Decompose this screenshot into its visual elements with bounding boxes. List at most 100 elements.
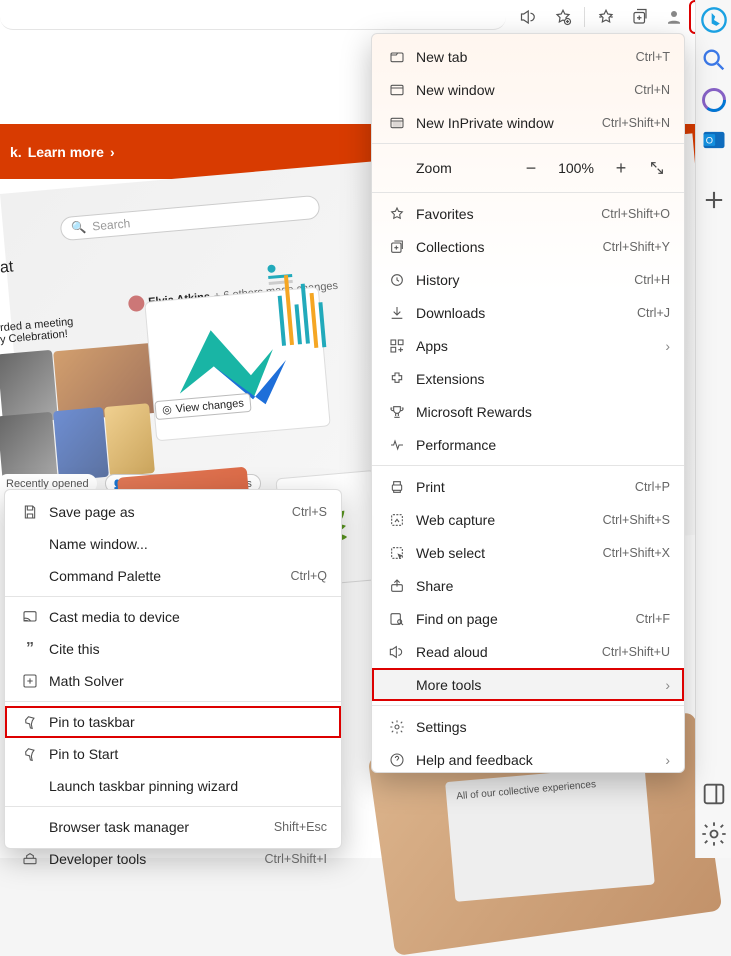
menu-settings[interactable]: Settings <box>372 710 684 743</box>
label: Name window... <box>19 536 327 552</box>
shortcut: Ctrl+Shift+I <box>264 852 327 866</box>
cast-icon <box>19 609 41 625</box>
chevron-right-icon: › <box>665 338 670 354</box>
heartbeat-icon <box>386 437 408 453</box>
shortcut: Ctrl+H <box>634 273 670 287</box>
menu-collections[interactable]: Collections Ctrl+Shift+Y <box>372 230 684 263</box>
bg-search-placeholder: Search <box>92 216 131 233</box>
label: Help and feedback <box>416 752 665 768</box>
menu-read-aloud[interactable]: Read aloud Ctrl+Shift+U <box>372 635 684 668</box>
menu-apps[interactable]: Apps › <box>372 329 684 362</box>
favorites-icon[interactable] <box>589 2 623 32</box>
settings-icon[interactable] <box>700 820 728 848</box>
chevron-right-icon: › <box>665 752 670 768</box>
tab-icon <box>386 49 408 65</box>
outlook-icon[interactable]: O <box>700 126 728 154</box>
label: Pin to Start <box>49 746 327 762</box>
label: Microsoft Rewards <box>416 404 670 420</box>
search-icon[interactable] <box>700 46 728 74</box>
shortcut: Ctrl+Shift+Y <box>603 240 670 254</box>
zoom-out-button[interactable]: − <box>518 155 544 181</box>
sub-math[interactable]: Math Solver <box>5 665 341 697</box>
label: Find on page <box>416 611 636 627</box>
learn-more-link[interactable]: Learn more <box>28 144 104 160</box>
menu-performance[interactable]: Performance <box>372 428 684 461</box>
zoom-in-button[interactable]: + <box>608 155 634 181</box>
shortcut: Ctrl+F <box>636 612 670 626</box>
apps-panel-icon[interactable] <box>700 780 728 808</box>
menu-help[interactable]: Help and feedback › <box>372 743 684 773</box>
extensions-icon <box>386 371 408 387</box>
inprivate-icon <box>386 115 408 131</box>
sub-cite[interactable]: ” Cite this <box>5 633 341 665</box>
find-icon <box>386 611 408 627</box>
menu-rewards[interactable]: Microsoft Rewards <box>372 395 684 428</box>
menu-web-select[interactable]: Web select Ctrl+Shift+X <box>372 536 684 569</box>
select-icon <box>386 545 408 561</box>
label: Math Solver <box>49 673 327 689</box>
label: Cite this <box>49 641 327 657</box>
add-icon[interactable] <box>700 186 728 214</box>
menu-share[interactable]: Share <box>372 569 684 602</box>
menu-downloads[interactable]: Downloads Ctrl+J <box>372 296 684 329</box>
address-bar[interactable] <box>0 4 506 30</box>
sub-task-manager[interactable]: Browser task manager Shift+Esc <box>5 811 341 843</box>
help-icon <box>386 752 408 768</box>
trophy-icon <box>386 404 408 420</box>
sub-save-page-as[interactable]: Save page as Ctrl+S <box>5 496 341 528</box>
label: Collections <box>416 239 603 255</box>
add-favorite-icon[interactable] <box>546 2 580 32</box>
sub-pin-taskbar[interactable]: Pin to taskbar <box>5 706 341 738</box>
label: Downloads <box>416 305 637 321</box>
menu-print[interactable]: Print Ctrl+P <box>372 470 684 503</box>
bg-photo <box>53 407 109 481</box>
profile-icon[interactable] <box>657 2 691 32</box>
read-aloud-icon <box>386 644 408 660</box>
label: History <box>416 272 634 288</box>
label: Developer tools <box>49 851 264 867</box>
star-icon <box>386 206 408 222</box>
collections-icon[interactable] <box>623 2 657 32</box>
menu-new-tab[interactable]: New tab Ctrl+T <box>372 40 684 73</box>
pin-icon <box>19 714 41 730</box>
bg-chat-heading: at <box>0 258 14 277</box>
banner-prefix: k. <box>10 144 22 160</box>
menu-find[interactable]: Find on page Ctrl+F <box>372 602 684 635</box>
label: Performance <box>416 437 670 453</box>
sub-pin-start[interactable]: Pin to Start <box>5 738 341 770</box>
read-aloud-icon[interactable] <box>512 2 546 32</box>
menu-web-capture[interactable]: Web capture Ctrl+Shift+S <box>372 503 684 536</box>
label: Pin to taskbar <box>49 714 327 730</box>
sub-launch-pin-wizard[interactable]: Launch taskbar pinning wizard <box>5 770 341 802</box>
label: Favorites <box>416 206 601 222</box>
download-icon <box>386 305 408 321</box>
bing-icon[interactable] <box>700 6 728 34</box>
sub-dev-tools[interactable]: Developer tools Ctrl+Shift+I <box>5 843 341 875</box>
shortcut: Ctrl+Shift+N <box>602 116 670 130</box>
label: Read aloud <box>416 644 602 660</box>
apps-icon <box>386 338 408 354</box>
sub-cast[interactable]: Cast media to device <box>5 601 341 633</box>
devtools-icon <box>19 851 41 867</box>
sub-name-window[interactable]: Name window... <box>5 528 341 560</box>
zoom-value: 100% <box>554 160 598 176</box>
menu-favorites[interactable]: Favorites Ctrl+Shift+O <box>372 197 684 230</box>
pin-icon <box>19 746 41 762</box>
quote-icon: ” <box>19 640 41 658</box>
menu-new-window[interactable]: New window Ctrl+N <box>372 73 684 106</box>
menu-extensions[interactable]: Extensions <box>372 362 684 395</box>
sub-command-palette[interactable]: Command Palette Ctrl+Q <box>5 560 341 592</box>
fullscreen-button[interactable] <box>644 155 670 181</box>
label: Print <box>416 479 635 495</box>
menu-new-inprivate[interactable]: New InPrivate window Ctrl+Shift+N <box>372 106 684 139</box>
settings-and-more-menu: New tab Ctrl+T New window Ctrl+N New InP… <box>371 33 685 773</box>
svg-text:O: O <box>705 136 712 146</box>
zoom-label: Zoom <box>386 160 508 176</box>
menu-more-tools[interactable]: More tools › <box>372 668 684 701</box>
capture-icon <box>386 512 408 528</box>
copilot-icon[interactable] <box>700 86 728 114</box>
chevron-right-icon: › <box>110 144 115 160</box>
label: Browser task manager <box>19 819 274 835</box>
view-changes-label: View changes <box>175 397 244 415</box>
menu-history[interactable]: History Ctrl+H <box>372 263 684 296</box>
